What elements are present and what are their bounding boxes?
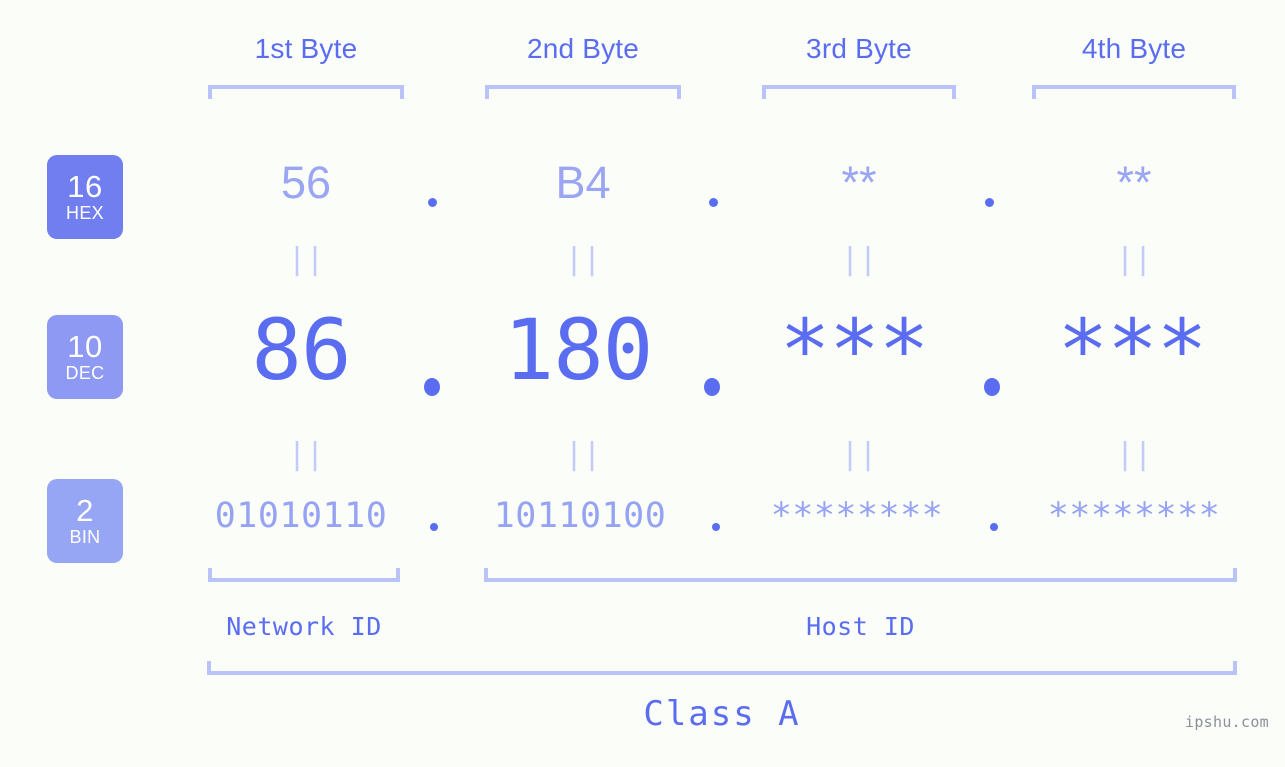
hex-byte-2-value: B4 <box>555 157 611 208</box>
bin-byte-4-value: ******** <box>1047 496 1221 536</box>
dec-byte-2-value: 180 <box>503 301 654 399</box>
dec-byte-3-value: *** <box>779 301 930 399</box>
hex-byte-1-value: 56 <box>280 157 332 208</box>
byte-bracket-4 <box>1032 85 1236 99</box>
byte-bracket-2 <box>485 85 681 99</box>
site-watermark: ipshu.com <box>1185 713 1269 731</box>
radix-badge-dec-name: DEC <box>65 363 105 383</box>
equals-connector-hex-dec-1: || <box>287 242 325 277</box>
equals-connector-dec-bin-4: || <box>1115 437 1153 472</box>
byte-bracket-1 <box>208 85 404 99</box>
ip-breakdown-diagram: 1st Byte 2nd Byte 3rd Byte 4th Byte 16 H… <box>0 0 1285 767</box>
bin-byte-3-value: ******** <box>770 496 944 536</box>
bin-byte-1-value: 01010110 <box>214 496 388 536</box>
bin-byte-2-value: 10110100 <box>493 496 667 536</box>
equals-connector-hex-dec-3: || <box>840 242 878 277</box>
hex-separator-2 <box>709 198 718 207</box>
byte-header-4: 4th Byte <box>1081 33 1187 64</box>
radix-badge-hex: 16 HEX <box>47 155 123 239</box>
class-bracket <box>207 661 1237 675</box>
hex-separator-3 <box>985 198 994 207</box>
byte-header-3: 3rd Byte <box>806 33 912 64</box>
hex-separator-1 <box>428 198 437 207</box>
dec-byte-1-value: 86 <box>251 301 351 399</box>
radix-badge-dec-base: 10 <box>67 329 103 364</box>
equals-connector-dec-bin-1: || <box>287 437 325 472</box>
network-id-bracket <box>208 568 400 582</box>
equals-connector-dec-bin-2: || <box>564 437 602 472</box>
radix-badge-hex-name: HEX <box>66 203 104 223</box>
byte-bracket-3 <box>762 85 956 99</box>
byte-header-2: 2nd Byte <box>526 33 640 64</box>
bin-separator-3 <box>990 523 998 531</box>
dec-separator-3 <box>984 378 1000 396</box>
network-id-label: Network ID <box>226 612 382 641</box>
bin-separator-1 <box>430 523 438 531</box>
host-id-label: Host ID <box>806 612 915 641</box>
equals-connector-dec-bin-3: || <box>840 437 878 472</box>
equals-connector-hex-dec-2: || <box>564 242 602 277</box>
hex-byte-4-value: ** <box>1116 157 1152 208</box>
radix-badge-hex-base: 16 <box>67 169 103 204</box>
dec-separator-2 <box>704 378 720 396</box>
byte-header-1: 1st Byte <box>254 33 358 64</box>
dec-separator-1 <box>424 378 440 396</box>
bin-separator-2 <box>712 523 720 531</box>
hex-byte-3-value: ** <box>841 157 877 208</box>
host-id-bracket <box>484 568 1237 582</box>
radix-badge-dec: 10 DEC <box>47 315 123 399</box>
radix-badge-bin-name: BIN <box>69 527 101 547</box>
radix-badge-bin: 2 BIN <box>47 479 123 563</box>
dec-byte-4-value: *** <box>1057 301 1208 399</box>
equals-connector-hex-dec-4: || <box>1115 242 1153 277</box>
class-label: Class A <box>643 694 801 734</box>
radix-badge-bin-base: 2 <box>76 493 94 528</box>
